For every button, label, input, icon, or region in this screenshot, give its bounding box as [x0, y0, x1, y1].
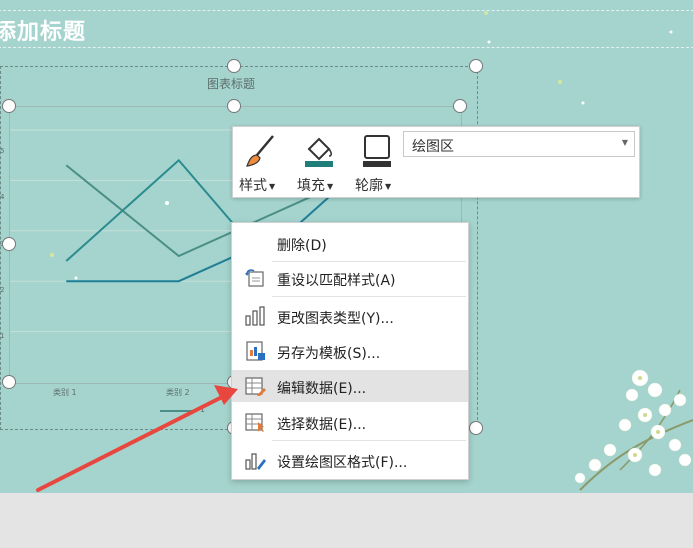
chart-element-value: 绘图区 [412, 139, 454, 155]
menu-separator [272, 296, 466, 297]
menu-item-change-chart-type[interactable]: 更改图表类型(Y)... [232, 300, 468, 332]
context-menu: 删除(D) 重设以匹配样式(A) 更改图表类型(Y)... 另存为模板(S)..… [231, 222, 469, 480]
menu-item-label: 更改图表类型(Y)... [277, 311, 394, 327]
save-template-icon [246, 341, 265, 361]
workspace-bottom [0, 493, 693, 548]
menu-item-label: 重设以匹配样式(A) [277, 273, 396, 289]
fill-button[interactable]: 填充 ▼ [293, 131, 345, 194]
menu-item-select-data[interactable]: 选择数据(E)... [232, 406, 468, 438]
resize-handle[interactable] [469, 59, 483, 73]
legend-label: 1 [200, 405, 206, 414]
menu-item-label: 删除(D) [277, 238, 327, 254]
resize-handle[interactable] [2, 237, 16, 251]
outline-label: 轮廓 [355, 178, 383, 194]
style-button[interactable]: 样式 ▼ [235, 131, 287, 194]
fill-label: 填充 [297, 178, 325, 194]
style-label: 样式 [239, 178, 267, 194]
outline-button[interactable]: 轮廓 ▼ [351, 131, 403, 194]
resize-handle[interactable] [469, 421, 483, 435]
resize-handle[interactable] [2, 375, 16, 389]
resize-handle[interactable] [2, 99, 16, 113]
brush-icon [246, 135, 274, 167]
menu-item-label: 编辑数据(E)... [277, 381, 367, 397]
chart-element-select[interactable]: 绘图区 ▼ [403, 131, 635, 157]
select-data-icon [245, 413, 264, 432]
fill-bucket-icon [305, 137, 333, 167]
resize-handle[interactable] [453, 99, 467, 113]
reset-style-icon [245, 269, 264, 287]
chevron-down-icon: ▼ [621, 138, 628, 147]
menu-item-label: 选择数据(E)... [277, 417, 367, 433]
flower-decoration [574, 369, 693, 491]
edit-data-icon [245, 377, 266, 396]
menu-item-label: 设置绘图区格式(F)... [277, 455, 408, 471]
resize-handle[interactable] [227, 59, 241, 73]
outline-icon [363, 135, 391, 167]
bar-chart-icon [245, 306, 265, 326]
resize-handle[interactable] [227, 99, 241, 113]
menu-separator [272, 440, 466, 441]
menu-item-edit-data[interactable]: 编辑数据(E)... [232, 370, 468, 402]
menu-item-label: 另存为模板(S)... [277, 346, 381, 362]
format-plot-area-icon [245, 453, 266, 470]
menu-item-save-template[interactable]: 另存为模板(S)... [232, 335, 468, 367]
chart-format-toolbar: 样式 ▼ 填充 ▼ 轮廓 ▼ 绘图区 ▼ [232, 126, 640, 198]
menu-item-reset-style[interactable]: 重设以匹配样式(A) [232, 262, 468, 294]
menu-item-format-plot-area[interactable]: 设置绘图区格式(F)... [232, 444, 468, 476]
menu-item-delete[interactable]: 删除(D) [232, 227, 468, 259]
